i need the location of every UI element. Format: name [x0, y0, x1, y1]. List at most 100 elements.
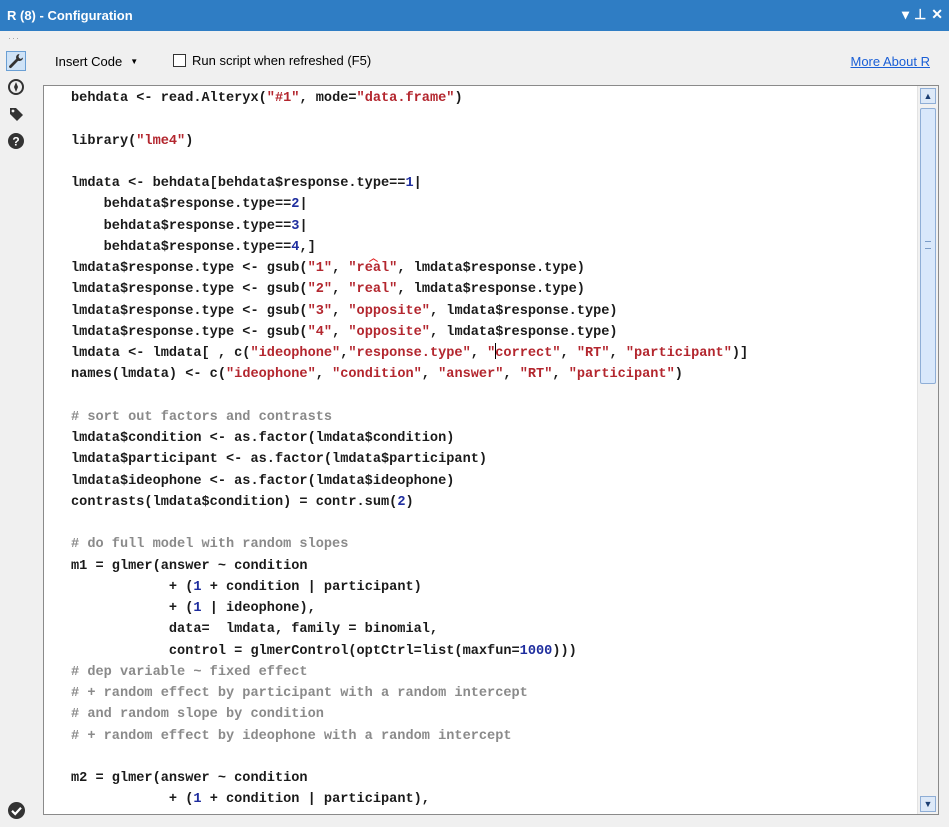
- code-line[interactable]: # and random slope by condition: [71, 704, 748, 725]
- svg-text:?: ?: [12, 135, 19, 149]
- code-token: , mode=: [299, 91, 357, 106]
- code-line[interactable]: m1 = glmer(answer ~ condition: [71, 556, 748, 577]
- code-token: library(: [71, 133, 137, 149]
- code-line[interactable]: # do full model with random slopes: [71, 534, 748, 555]
- compass-icon[interactable]: [6, 77, 26, 97]
- code-line[interactable]: + (1 + condition | participant),: [71, 789, 748, 810]
- code-token: , lmdata$response.type): [429, 303, 618, 319]
- code-line[interactable]: behdata$response.type==3|: [71, 216, 748, 237]
- run-script-checkbox[interactable]: [173, 54, 186, 67]
- code-line[interactable]: lmdata$response.type <- gsub("4", "oppos…: [71, 322, 748, 343]
- code-string: "response.type": [348, 346, 471, 361]
- code-line[interactable]: [71, 152, 748, 173]
- pin-icon[interactable]: ⊥: [914, 6, 926, 23]
- code-string: "opposite": [348, 324, 430, 340]
- code-line[interactable]: + (1 + condition | participant): [71, 577, 748, 598]
- code-token: m1 = glmer(answer ~ condition: [71, 558, 308, 574]
- code-line[interactable]: # + random effect by participant with a …: [71, 683, 748, 704]
- dropdown-icon[interactable]: ▾: [902, 6, 909, 23]
- left-toolbar: ··· ?: [0, 31, 33, 827]
- help-icon[interactable]: ?: [6, 131, 26, 151]
- code-line[interactable]: data= lmdata, family = binomial,: [71, 619, 748, 640]
- code-line[interactable]: control = glmerControl(optCtrl=list(maxf…: [71, 641, 748, 662]
- code-line[interactable]: behdata$response.type==2|: [71, 194, 748, 215]
- code-number: 1: [193, 792, 202, 808]
- code-comment: # sort out factors and contrasts: [71, 409, 333, 425]
- config-toolbar: Insert Code ▼ Run script when refreshed …: [33, 31, 949, 85]
- code-string: "ideophone": [250, 346, 341, 361]
- code-token: , lmdata$response.type): [397, 282, 585, 298]
- code-line[interactable]: [71, 386, 748, 407]
- code-line[interactable]: + (1 | ideophone),: [71, 598, 748, 619]
- close-icon[interactable]: ✕: [931, 6, 943, 23]
- code-number: 1000: [519, 643, 553, 659]
- code-token: ): [674, 367, 683, 383]
- code-editor[interactable]: behdata <- read.Alteryx("#1", mode="data…: [43, 85, 939, 815]
- code-string: "2": [307, 282, 333, 298]
- code-string: "1": [307, 261, 333, 276]
- code-line[interactable]: library("lme4"): [71, 131, 748, 152]
- vertical-scrollbar[interactable]: ▲ ▼: [917, 86, 938, 814]
- code-token: lmdata$response.type <- gsub(: [71, 261, 308, 276]
- code-number: 1: [193, 579, 202, 595]
- code-token: + (: [71, 601, 194, 616]
- thumb-grip: [925, 241, 931, 249]
- more-about-r-link[interactable]: More About R: [851, 54, 931, 69]
- window-title: R (8) - Configuration: [7, 8, 133, 23]
- code-string: "#1": [266, 91, 300, 106]
- code-line[interactable]: # sort out factors and contrasts: [71, 407, 748, 428]
- code-token: |: [299, 197, 308, 213]
- run-script-option: Run script when refreshed (F5): [173, 53, 371, 68]
- code-token: | ideophone),: [201, 601, 316, 616]
- code-line[interactable]: [71, 747, 748, 768]
- code-string: "answer": [438, 367, 504, 383]
- code-token: |: [413, 176, 422, 191]
- code-token: ,: [421, 367, 439, 383]
- code-token: lmdata$response.type <- gsub(: [71, 303, 308, 319]
- insert-code-button[interactable]: Insert Code ▼: [47, 49, 146, 73]
- code-line[interactable]: [71, 109, 748, 130]
- code-token: ,]: [299, 239, 316, 255]
- checkmark-circle-icon: [7, 801, 26, 825]
- code-token: + (: [71, 792, 194, 808]
- code-token: control = glmerControl(optCtrl=list(maxf…: [71, 643, 520, 659]
- scroll-down-arrow-icon[interactable]: ▼: [920, 796, 936, 812]
- code-line[interactable]: lmdata <- behdata[behdata$response.type=…: [71, 173, 748, 194]
- code-line[interactable]: m2 = glmer(answer ~ condition: [71, 768, 748, 789]
- code-line[interactable]: lmdata$participant <- as.factor(lmdata$p…: [71, 449, 748, 470]
- code-line[interactable]: names(lmdata) <- c("ideophone", "conditi…: [71, 364, 748, 385]
- code-token: + condition | participant),: [201, 792, 430, 808]
- code-token: ,: [332, 303, 349, 319]
- code-line[interactable]: [71, 513, 748, 534]
- code-token: + (: [71, 579, 194, 595]
- code-line[interactable]: lmdata$response.type <- gsub("1", "real"…: [71, 258, 748, 279]
- code-number: 1: [405, 176, 414, 191]
- code-line[interactable]: lmdata <- lmdata[ , c("ideophone","respo…: [71, 343, 748, 364]
- run-script-label: Run script when refreshed (F5): [192, 53, 372, 68]
- code-token: behdata$response.type==: [71, 197, 292, 213]
- code-line[interactable]: lmdata$response.type <- gsub("2", "real"…: [71, 279, 748, 300]
- code-line[interactable]: behdata <- read.Alteryx("#1", mode="data…: [71, 88, 748, 109]
- code-line[interactable]: lmdata$condition <- as.factor(lmdata$con…: [71, 428, 748, 449]
- scroll-up-arrow-icon[interactable]: ▲: [920, 88, 936, 104]
- code-line[interactable]: # + random effect by ideophone with a ra…: [71, 726, 748, 747]
- code-token: )]: [731, 346, 749, 361]
- code-text[interactable]: behdata <- read.Alteryx("#1", mode="data…: [71, 88, 748, 811]
- code-token: lmdata$condition <- as.factor(lmdata$con…: [71, 431, 455, 446]
- code-string: "ideophone": [226, 367, 316, 383]
- code-token: ): [185, 133, 194, 149]
- code-line[interactable]: contrasts(lmdata$condition) = contr.sum(…: [71, 492, 748, 513]
- code-line[interactable]: # dep variable ~ fixed effect: [71, 662, 748, 683]
- scroll-thumb[interactable]: [920, 108, 936, 384]
- toolbar-grip[interactable]: ···: [8, 33, 20, 43]
- code-line[interactable]: behdata$response.type==4,]: [71, 237, 748, 258]
- code-token: ))): [552, 643, 577, 659]
- code-line[interactable]: lmdata$ideophone <- as.factor(lmdata$ide…: [71, 471, 748, 492]
- code-token: ,: [332, 324, 349, 340]
- code-line[interactable]: lmdata$response.type <- gsub("3", "oppos…: [71, 301, 748, 322]
- tag-icon[interactable]: [6, 104, 26, 124]
- wrench-icon[interactable]: [6, 51, 26, 71]
- window-controls: ▾ ⊥ ✕: [902, 6, 943, 23]
- code-token: ,: [332, 282, 349, 298]
- code-token: ): [454, 91, 463, 106]
